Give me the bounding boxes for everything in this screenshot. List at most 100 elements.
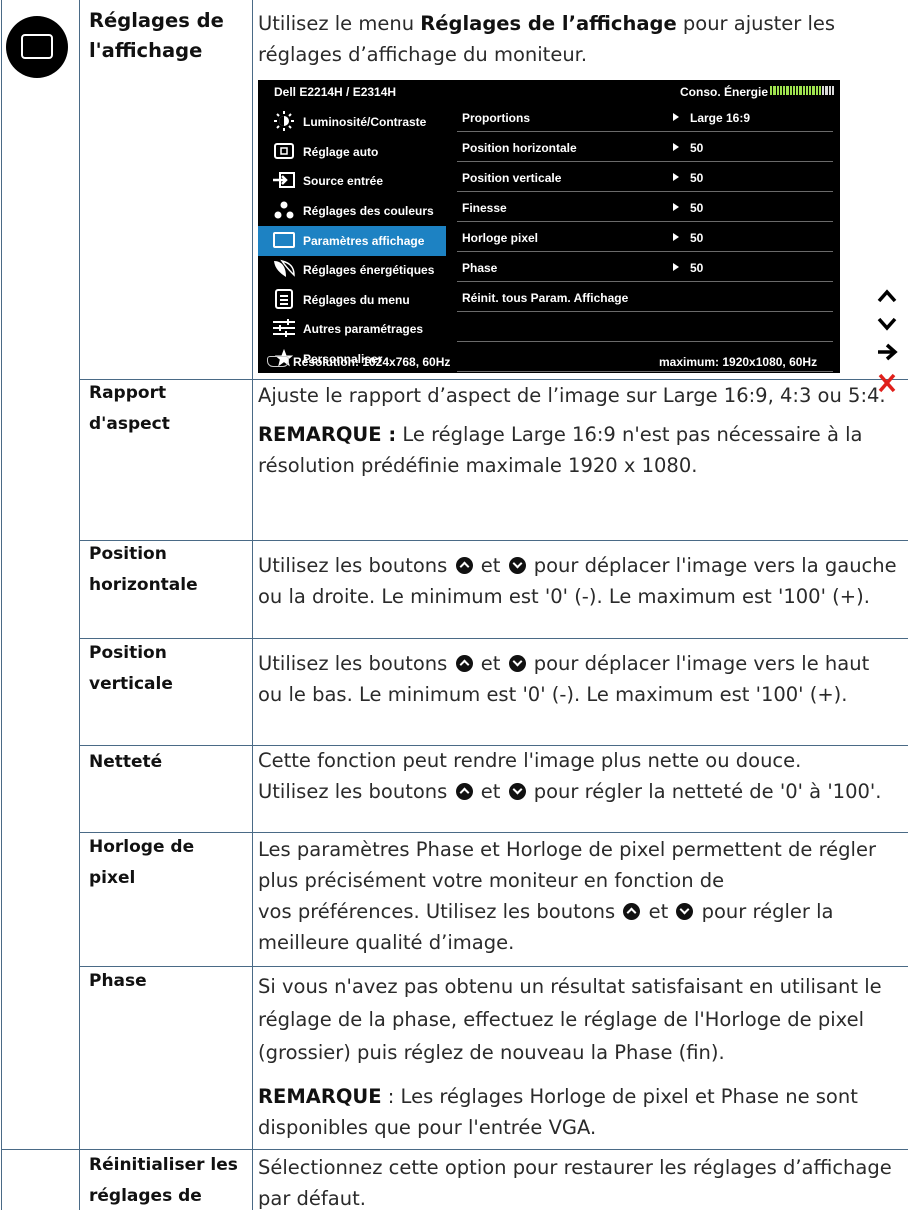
up-arrow-icon[interactable] — [874, 285, 900, 307]
energy-meter-segment — [805, 86, 808, 95]
vga-connector-icon — [267, 356, 289, 367]
osd-header: Dell E2214H / E2314H Conso. Énergie — [258, 80, 840, 102]
osd-menu-item-label: Paramètres affichage — [303, 234, 425, 248]
osd-menu-item-label: Source entrée — [303, 174, 384, 188]
arrow-right-icon — [673, 173, 679, 181]
desc-text: Cette fonction peut rendre l'image plus … — [258, 749, 802, 772]
osd-menu-item[interactable]: Réglage auto — [258, 137, 446, 167]
osd-menu-item[interactable]: Réglages du menu — [258, 285, 446, 315]
osd-param-value: 50 — [690, 201, 704, 215]
row-desc-v-position: Utilisez les boutons et pour déplacer l'… — [258, 648, 898, 710]
osd-energy-label: Conso. Énergie — [680, 85, 769, 99]
arrow-right-icon — [673, 113, 679, 121]
energy-meter-segment — [770, 86, 773, 95]
osd-param-name: Horloge pixel — [462, 231, 539, 245]
row-desc-reset-display: Sélectionnez cette option pour restaurer… — [258, 1156, 892, 1210]
row-label-sharpness: Netteté — [89, 752, 163, 772]
osd-param-name: Proportions — [462, 111, 530, 125]
energy-meter-segment — [809, 86, 812, 95]
row-desc-aspect-ratio: Ajuste le rapport d’aspect de l’image su… — [258, 380, 898, 481]
osd-param-row[interactable]: Horloge pixel 50 — [457, 222, 833, 252]
aspect-note: REMARQUE : Le réglage Large 16:9 n'est p… — [258, 419, 898, 481]
osd-menu-item[interactable]: Source entrée — [258, 166, 446, 196]
desc-text: Utilisez les boutons — [258, 780, 454, 803]
desc-text: et — [474, 780, 507, 803]
osd-param-value: 50 — [690, 171, 704, 185]
down-arrow-icon[interactable] — [874, 313, 900, 335]
desc-text: et — [642, 900, 675, 923]
energy-meter-segment — [828, 86, 831, 95]
row-label-aspect-ratio: Rapport d'aspect — [89, 383, 170, 434]
osd-menu-item-label: Autres paramétrages — [303, 322, 424, 336]
osd-menu-item[interactable]: Autres paramétrages — [258, 314, 446, 344]
other-settings-icon — [272, 318, 296, 338]
auto-adjust-icon — [272, 141, 296, 161]
energy-meter-segment — [776, 86, 779, 95]
osd-menu-item[interactable]: Luminosité/Contraste — [258, 107, 446, 137]
row-label-reset-display: Réinitialiser les réglages de l'affichag… — [89, 1155, 238, 1206]
osd-param-name: Finesse — [462, 201, 507, 215]
energy-meter — [770, 86, 834, 95]
osd-menu-item[interactable]: Paramètres affichage — [258, 226, 446, 256]
energy-meter-segment — [773, 86, 776, 95]
row-desc-pixel-clock: Les paramètres Phase et Horloge de pixel… — [258, 834, 898, 958]
display-settings-section-icon — [6, 16, 68, 78]
note-label: REMARQUE — [258, 1085, 382, 1108]
up-button-icon — [623, 903, 641, 920]
osd-footer: Résolution: 1024x768, 60Hz maximum: 1920… — [258, 350, 840, 373]
osd-menu-screenshot: Dell E2214H / E2314H Conso. Énergie Lumi… — [258, 80, 840, 373]
up-button-icon — [455, 557, 473, 574]
display-settings-icon — [272, 230, 296, 250]
osd-param-row[interactable]: Position verticale 50 — [457, 162, 833, 192]
energy-meter-segment — [822, 86, 825, 95]
section-label: Réglages de l'affichage — [89, 6, 249, 66]
osd-menu-item-label: Réglages du menu — [303, 293, 410, 307]
osd-param-row[interactable]: Position horizontale 50 — [457, 132, 833, 162]
osd-param-row[interactable]: Réinit. tous Param. Affichage — [457, 282, 833, 312]
osd-menu-item[interactable]: Réglages énergétiques — [258, 255, 446, 285]
osd-menu-item-label: Réglages des couleurs — [303, 204, 434, 218]
energy-meter-segment — [799, 86, 802, 95]
right-arrow-icon[interactable] — [874, 341, 900, 363]
color-settings-icon — [272, 200, 296, 220]
desc-text: Les paramètres Phase et Horloge de pixel… — [258, 838, 876, 892]
table-border-icon-col — [79, 0, 80, 1210]
desc-text: Utilisez les boutons — [258, 554, 454, 577]
up-button-icon — [455, 655, 473, 672]
energy-meter-segment — [786, 86, 789, 95]
energy-meter-segment — [792, 86, 795, 95]
down-button-icon — [508, 783, 526, 800]
sharpness-buttons-line: Utilisez les boutons et pour régler la n… — [258, 776, 898, 807]
desc-text: et — [474, 554, 507, 577]
osd-menu-item-label: Réglages énergétiques — [303, 263, 435, 277]
desc-text: pour régler la netteté de '0' à '100'. — [527, 780, 882, 803]
maximum-resolution: maximum: 1920x1080, 60Hz — [659, 355, 818, 369]
intro-menu-name: Réglages de l’affichage — [420, 12, 677, 35]
osd-param-name: Phase — [462, 261, 498, 275]
energy-meter-segment — [789, 86, 792, 95]
osd-model-title: Dell E2214H / E2314H — [274, 85, 397, 99]
osd-param-value: Large 16:9 — [690, 111, 751, 125]
desc-text: vos préférences. Utilisez les boutons — [258, 900, 622, 923]
phase-note: REMARQUE : Les réglages Horloge de pixel… — [258, 1081, 898, 1143]
up-button-icon — [455, 783, 473, 800]
osd-param-name: Réinit. tous Param. Affichage — [462, 291, 629, 305]
osd-param-name: Position horizontale — [462, 141, 577, 155]
osd-menu-item-label: Réglage auto — [303, 145, 379, 159]
osd-param-row[interactable]: Proportions Large 16:9 — [457, 102, 833, 132]
table-border-left — [1, 0, 2, 1210]
row-desc-h-position: Utilisez les boutons et pour déplacer l'… — [258, 550, 898, 612]
osd-param-row[interactable]: Finesse 50 — [457, 192, 833, 222]
aspect-desc: Ajuste le rapport d’aspect de l’image su… — [258, 384, 886, 407]
down-button-icon — [676, 903, 694, 920]
row-desc-phase: Si vous n'avez pas obtenu un résultat sa… — [258, 970, 898, 1143]
arrow-right-icon — [673, 233, 679, 241]
energy-meter-segment — [812, 86, 815, 95]
arrow-right-icon — [673, 263, 679, 271]
row-desc-sharpness: Cette fonction peut rendre l'image plus … — [258, 745, 898, 807]
arrow-right-icon — [673, 203, 679, 211]
energy-meter-segment — [831, 86, 834, 95]
note-label: REMARQUE : — [258, 423, 397, 446]
osd-param-row[interactable]: Phase 50 — [457, 252, 833, 282]
osd-menu-item[interactable]: Réglages des couleurs — [258, 196, 446, 226]
